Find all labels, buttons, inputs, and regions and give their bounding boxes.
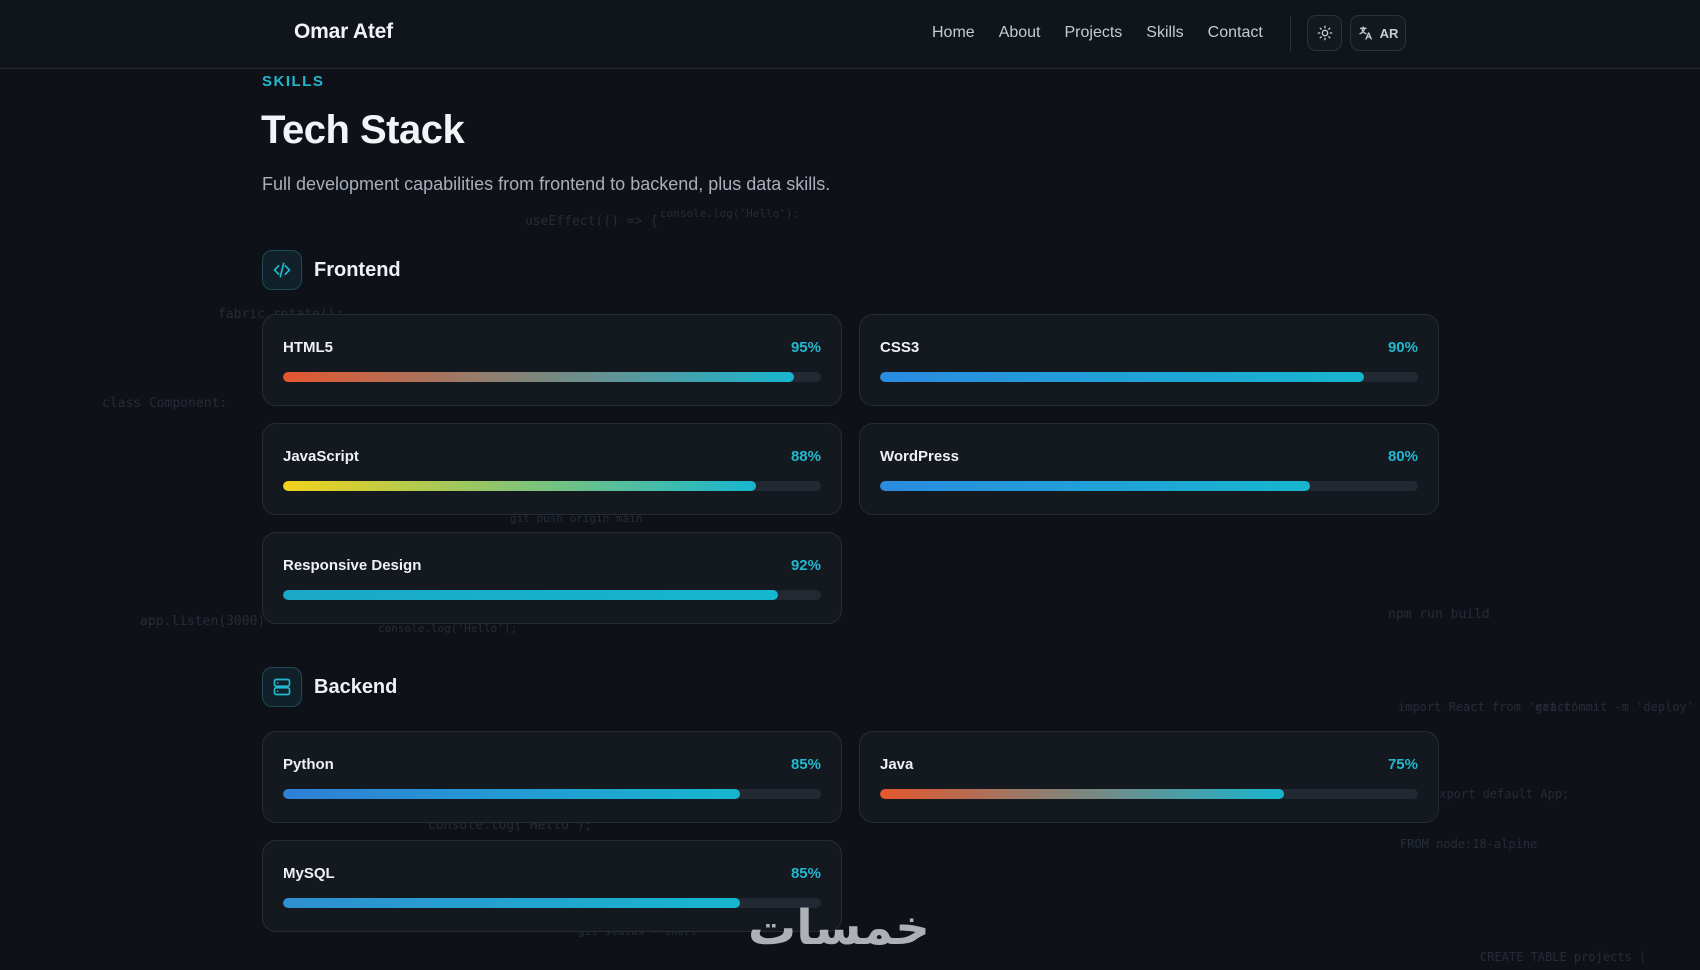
skill-name: JavaScript [283,448,359,465]
section-subtitle: Full development capabilities from front… [262,174,831,194]
progress-fill [880,481,1311,491]
progress-track [283,372,821,382]
sun-icon [1317,25,1332,41]
progress-fill [283,372,795,382]
language-label: AR [1379,25,1399,41]
progress-track [283,898,821,908]
skill-name: Responsive Design [283,557,422,574]
group-header-backend: Backend [262,667,397,707]
progress-fill [880,789,1284,799]
server-icon [262,667,302,707]
site-watermark: خمسات [748,900,930,956]
skill-card-html5: HTML5 95% [262,314,842,406]
nav-home[interactable]: Home [932,24,975,42]
section-tag: SKILLS [262,73,325,90]
skill-percent: 75% [1387,756,1418,773]
skill-percent: 85% [790,865,821,882]
nav-links: Home About Projects Skills Contact [932,24,1287,42]
skill-percent: 85% [790,756,821,773]
language-toggle-button[interactable]: AR [1350,15,1406,51]
skill-percent: 95% [790,339,821,356]
skill-name: CSS3 [880,339,920,356]
skill-card-javascript: JavaScript 88% [262,423,842,515]
nav-skills[interactable]: Skills [1146,24,1183,42]
progress-fill [880,372,1365,382]
progress-track [283,789,821,799]
nav-projects[interactable]: Projects [1065,24,1123,42]
progress-track [880,789,1418,799]
progress-fill [283,789,741,799]
code-icon [262,250,302,290]
skill-card-responsive-design: Responsive Design 92% [262,532,842,624]
progress-fill [283,590,778,600]
progress-track [880,481,1418,491]
top-navbar: Omar Atef Home About Projects Skills Con… [0,0,1700,69]
group-title-backend: Backend [314,675,398,698]
skill-card-java: Java 75% [859,731,1439,823]
skill-name: WordPress [880,448,959,465]
skill-percent: 92% [790,557,821,574]
brand-logo[interactable]: Omar Atef [294,20,393,44]
group-header-frontend: Frontend [262,250,401,290]
progress-track [283,481,821,491]
progress-fill [283,898,741,908]
page-title: Tech Stack [261,108,465,152]
nav-about[interactable]: About [999,24,1041,42]
background-code-pattern: useEffect(() => { console.log('Hello'); … [102,207,1694,964]
skill-name: HTML5 [283,339,333,356]
skill-percent: 80% [1387,448,1418,465]
nav-contact[interactable]: Contact [1208,24,1263,42]
skill-percent: 90% [1387,339,1418,356]
theme-toggle-button[interactable] [1307,15,1342,51]
skill-name: Java [880,756,914,773]
progress-track [880,372,1418,382]
skill-card-python: Python 85% [262,731,842,823]
progress-track [283,590,821,600]
translate-icon [1358,26,1372,40]
skill-name: MySQL [283,865,335,882]
nav-divider [1290,15,1291,51]
skill-name: Python [283,756,334,773]
skill-percent: 88% [790,448,821,465]
skill-card-wordpress: WordPress 80% [859,423,1439,515]
group-title-frontend: Frontend [314,258,401,281]
skill-card-css3: CSS3 90% [859,314,1439,406]
progress-fill [283,481,757,491]
